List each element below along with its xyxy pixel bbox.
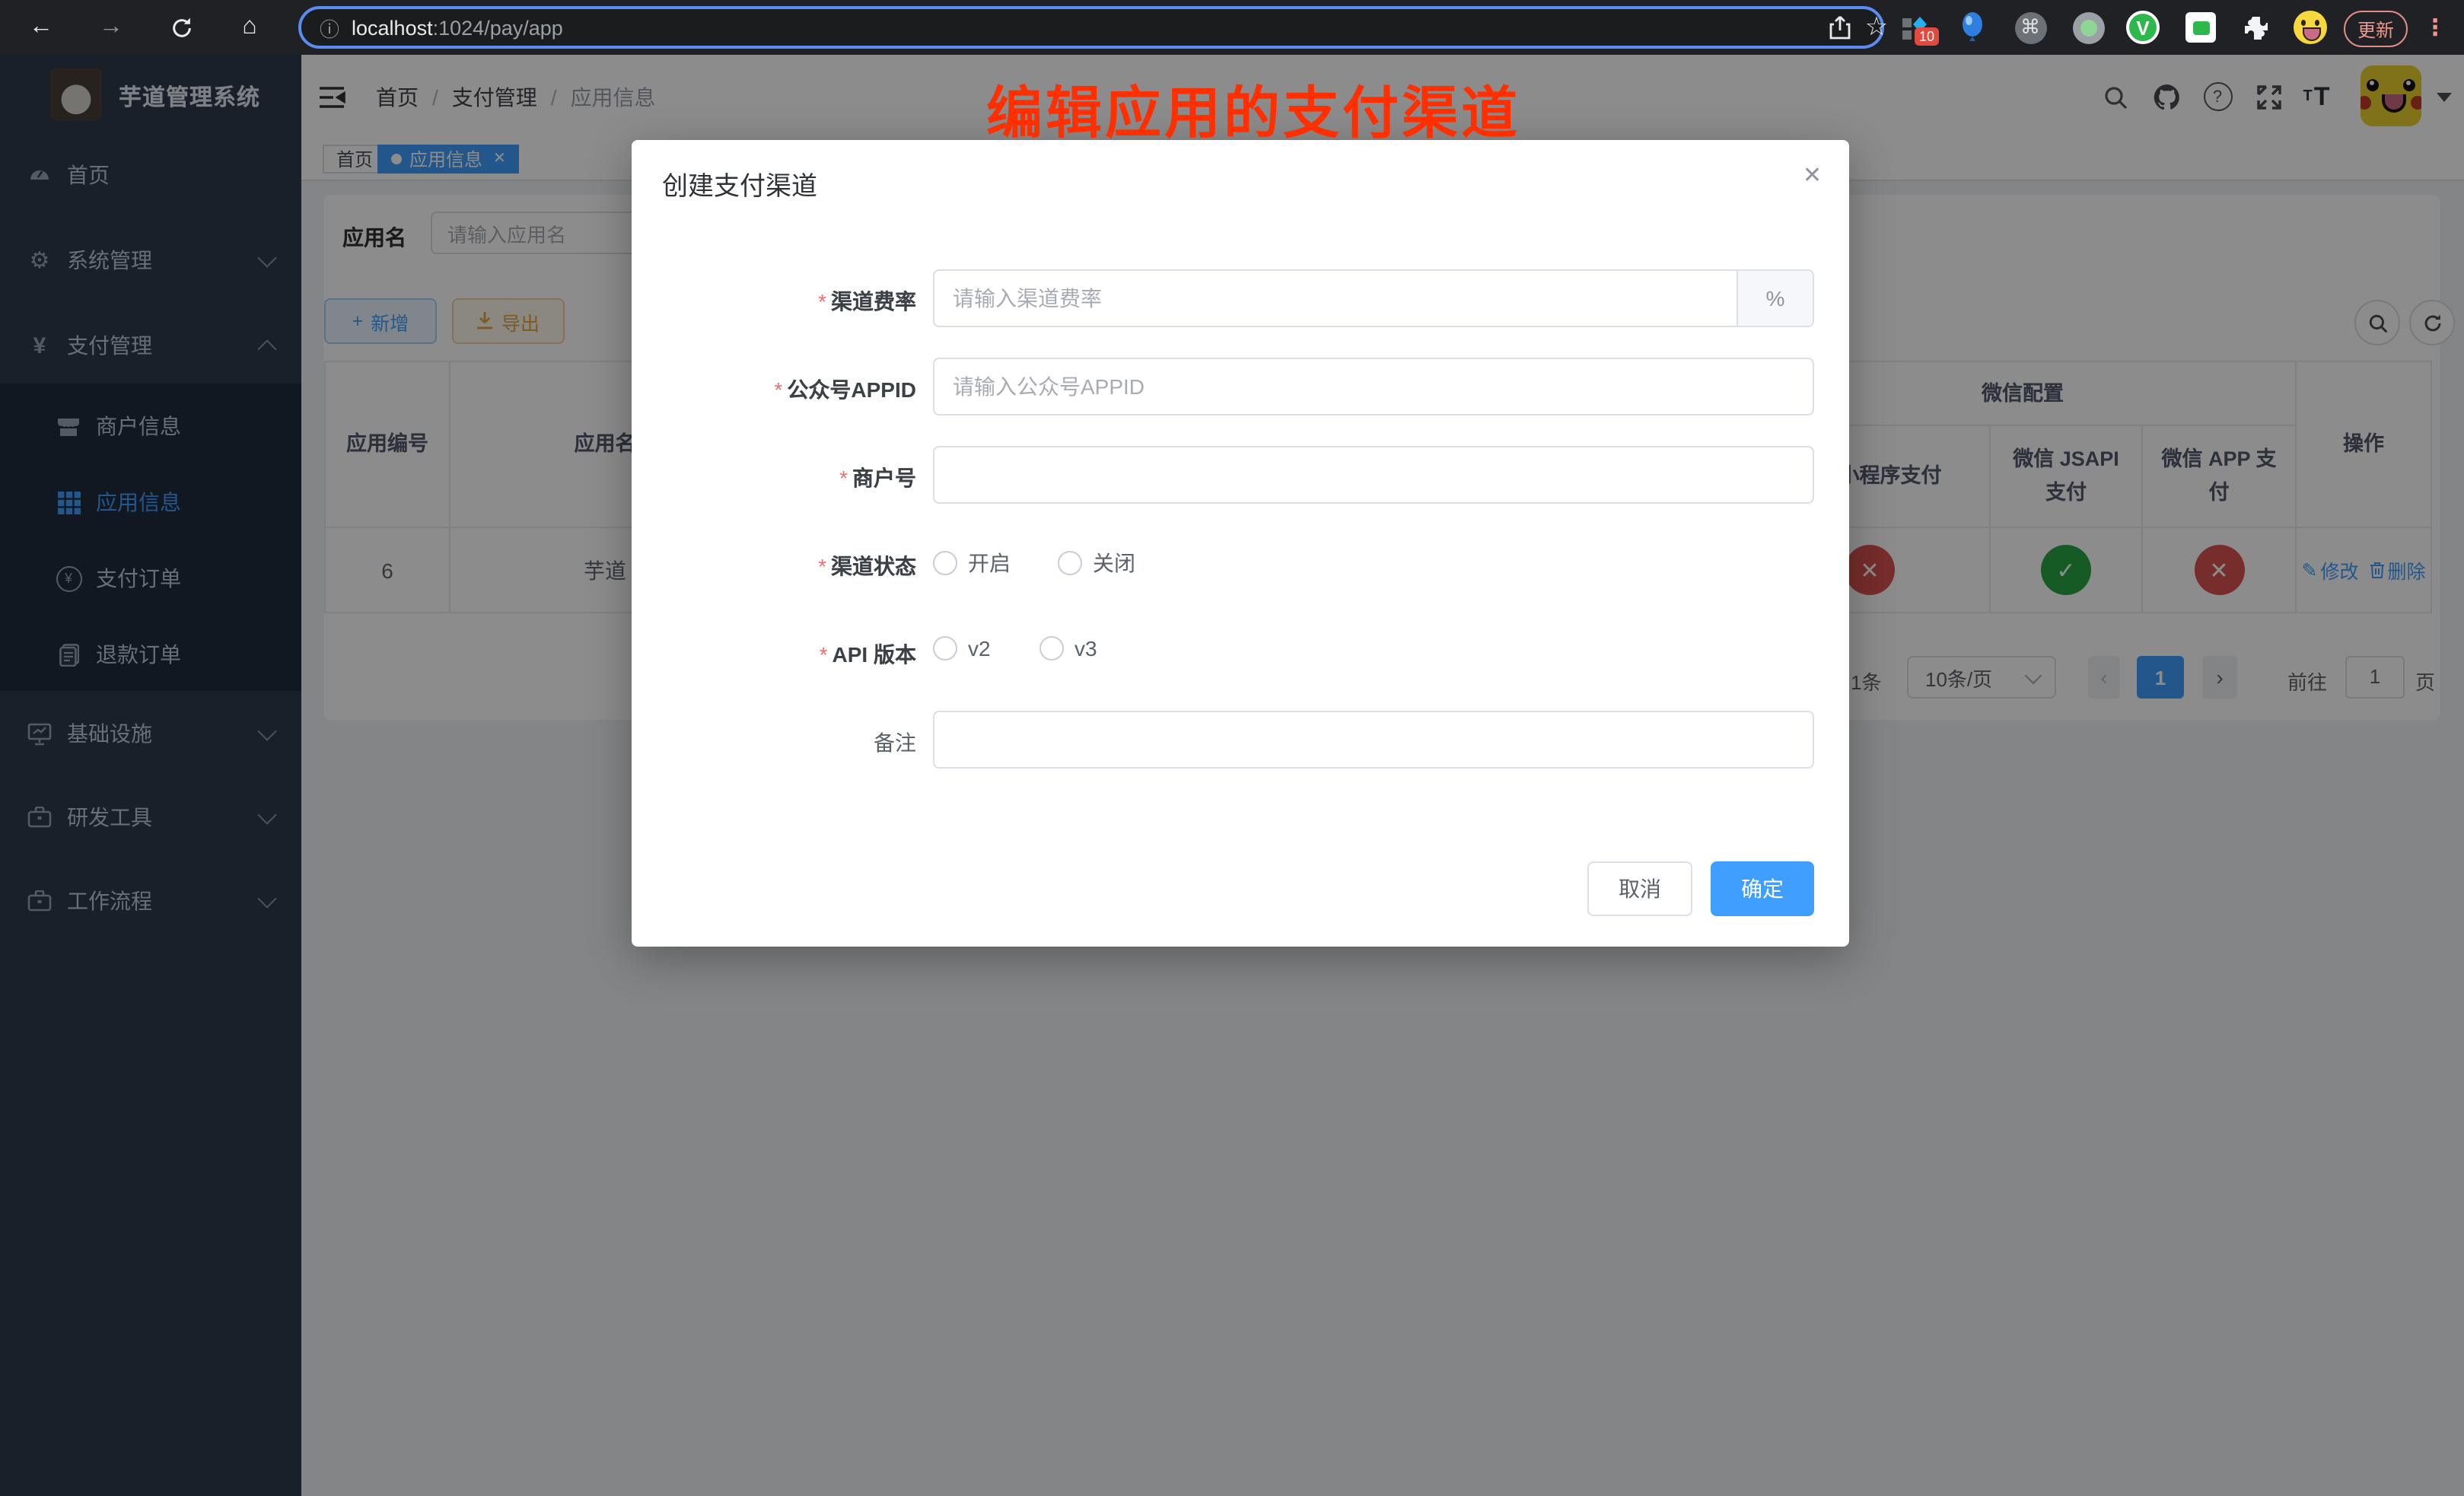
percent-suffix: % <box>1737 271 1813 326</box>
browser-forward-icon[interactable]: → <box>91 0 131 55</box>
dialog-close-icon[interactable]: ✕ <box>1803 161 1822 189</box>
browser-reload-icon[interactable] <box>161 0 201 55</box>
remark-input[interactable] <box>933 711 1814 769</box>
merchant-no-input[interactable] <box>933 446 1814 504</box>
extension-emoji-icon[interactable] <box>2292 9 2329 46</box>
input-placeholder: 请输入公众号APPID <box>953 371 1813 402</box>
site-info-icon[interactable]: ⓘ <box>320 13 339 42</box>
status-close-radio[interactable]: 关闭 <box>1058 548 1135 578</box>
extension-badge: 10 <box>1915 27 1939 46</box>
bookmark-star-icon[interactable]: ☆ <box>1857 0 1896 55</box>
rate-label: *渠道费率 <box>657 286 916 317</box>
extension-puzzle-icon[interactable] <box>2237 9 2274 46</box>
confirm-button[interactable]: 确定 <box>1711 861 1814 916</box>
extension-command-icon[interactable]: ⌘ <box>2012 9 2049 46</box>
radio-circle-icon <box>933 636 957 660</box>
browser-menu-icon[interactable]: ⋮ <box>2420 0 2450 55</box>
api-version-label: *API 版本 <box>657 639 916 670</box>
address-bar[interactable]: ⓘ localhost:1024/pay/app <box>298 6 1884 49</box>
extension-recorder-icon[interactable] <box>2070 9 2106 46</box>
radio-circle-icon <box>933 551 957 575</box>
extension-chat-icon[interactable] <box>2182 9 2219 46</box>
extension-v-icon[interactable]: V <box>2125 9 2161 46</box>
share-icon[interactable] <box>1820 0 1860 55</box>
api-v2-radio[interactable]: v2 <box>933 636 991 660</box>
api-v3-radio[interactable]: v3 <box>1039 636 1097 660</box>
radio-circle-icon <box>1039 636 1064 660</box>
url-host: localhost <box>352 16 433 39</box>
status-open-radio[interactable]: 开启 <box>933 548 1011 578</box>
url-path: :1024/pay/app <box>433 16 563 39</box>
create-pay-channel-dialog: 创建支付渠道 ✕ *渠道费率 请输入渠道费率 % *公众号APPID 请输入公众… <box>632 140 1849 947</box>
appid-input[interactable]: 请输入公众号APPID <box>933 358 1814 415</box>
browser-update-button[interactable]: 更新 <box>2344 11 2408 47</box>
channel-status-label: *渠道状态 <box>657 551 916 581</box>
annotation-text: 编辑应用的支付渠道 <box>986 67 1520 149</box>
input-placeholder: 请输入渠道费率 <box>953 283 1737 314</box>
browser-back-icon[interactable]: ← <box>21 0 61 55</box>
browser-toolbar: ← → ⌂ ⓘ localhost:1024/pay/app ☆ 10 ⌘ V <box>0 0 2464 55</box>
extension-balloon-icon[interactable] <box>1954 9 1991 46</box>
merchant-no-label: *商户号 <box>657 463 916 493</box>
rate-input[interactable]: 请输入渠道费率 % <box>933 269 1814 327</box>
screen: ← → ⌂ ⓘ localhost:1024/pay/app ☆ 10 ⌘ V <box>0 0 2464 1496</box>
browser-home-icon[interactable]: ⌂ <box>230 0 269 55</box>
extension-metabase-icon[interactable]: 10 <box>1896 9 1933 46</box>
cancel-button[interactable]: 取消 <box>1587 861 1692 916</box>
radio-circle-icon <box>1058 551 1082 575</box>
remark-label: 备注 <box>657 727 916 758</box>
dialog-title: 创建支付渠道 <box>662 164 817 202</box>
appid-label: *公众号APPID <box>657 374 916 405</box>
